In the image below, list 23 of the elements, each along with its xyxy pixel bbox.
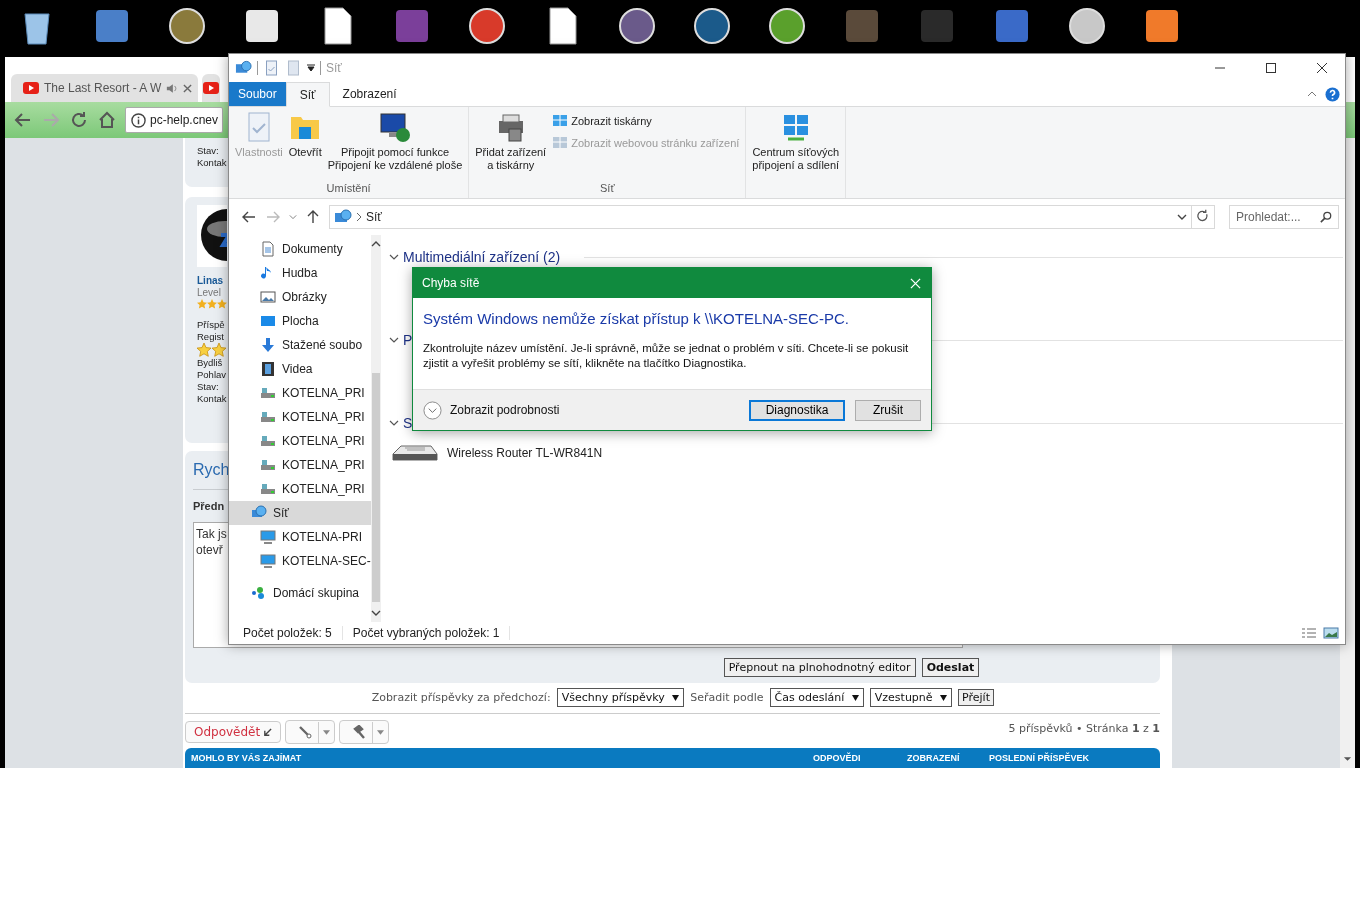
profile-field: Kontak [197,393,227,405]
column-header: MOHLO BY VÁS ZAJÍMAT [191,753,303,763]
pagination-text: 5 příspěvků • Stránka 1 z 1 [1008,721,1160,737]
column-header: ODPOVĚDI [813,753,862,763]
dialog-heading: Systém Windows nemůže získat přístup k \\KOTELNA-SEC-PC. [423,310,850,327]
user-rank: Level [197,287,221,299]
column-header: ZOBRAZENÍ [907,753,961,763]
window-title: Síť [326,61,342,75]
profile-field: Pohlav [197,369,227,381]
profile-field: Příspě [197,319,225,331]
profile-field: Bydliš [197,357,223,369]
profile-field: Stav: [197,381,219,393]
dialog-title: Chyba sítě [422,276,480,290]
sort-label: Seřadit podle [690,691,764,704]
field-label: Předn [193,500,226,512]
filter-label: Zobrazit příspěvky za předchozí: [371,691,551,704]
column-header: POSLEDNÍ PŘÍSPĚVEK [989,753,1090,763]
group-label: Síť [599,182,616,196]
profile-field: Regist [197,331,224,343]
profile-field: Kontak [197,157,227,169]
dialog-message: Zkontrolujte název umístění. Je-li správně, může se jednat o problém v síti. Chcete-li se pokusit zjistit a vyřešit problémy se sítí, klikněte na tlačítko Diagnostika. [423,341,910,371]
profile-field: Stav: [197,145,219,157]
group-label: Umístění [325,182,372,196]
